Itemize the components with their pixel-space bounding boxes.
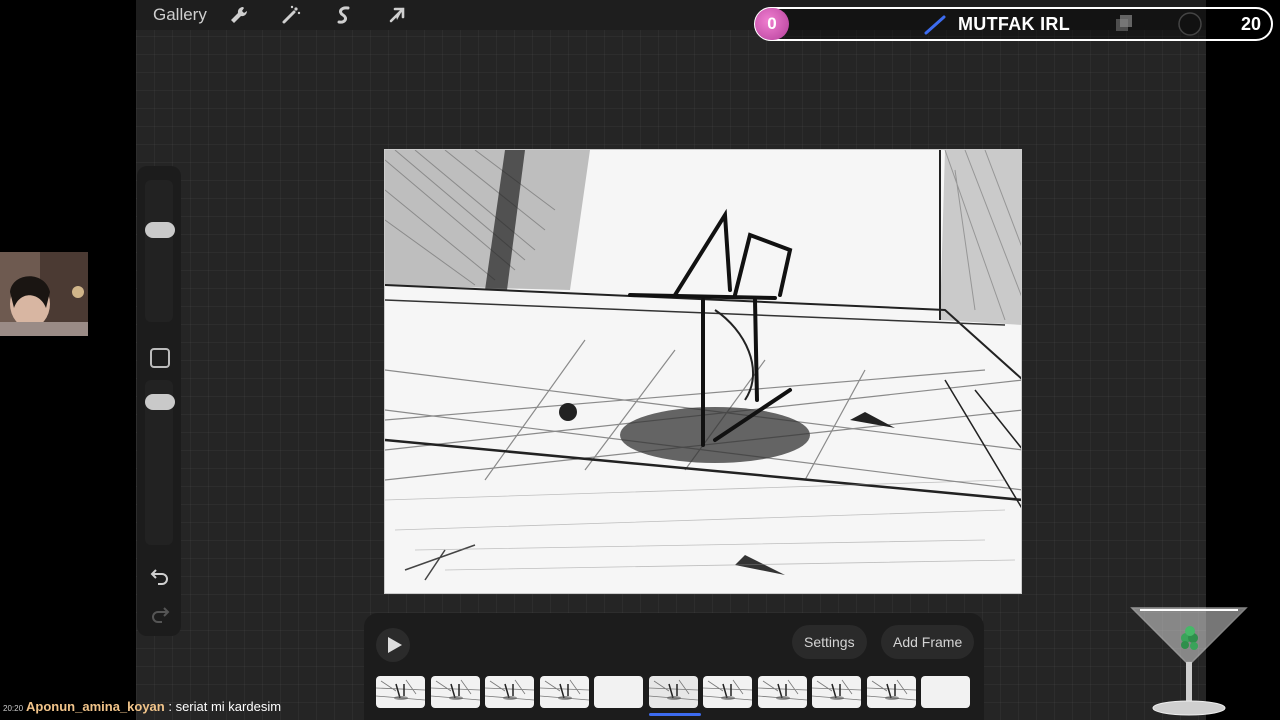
webcam-feed	[0, 252, 88, 336]
modify-button[interactable]	[150, 348, 170, 368]
stream-overlay-bar: 0 MUTFAK IRL 20	[754, 7, 1273, 41]
sketch-drawing	[385, 150, 1021, 581]
chat-username: Aponun_amina_koyan	[26, 699, 165, 714]
left-counter-badge: 0	[755, 8, 789, 40]
overlay-title: MUTFAK IRL	[958, 14, 1070, 34]
add-frame-button[interactable]: Add Frame	[881, 625, 975, 659]
active-frame-indicator	[649, 713, 701, 716]
frame-thumbnail[interactable]	[539, 676, 589, 708]
chat-timestamp: 20:20	[3, 704, 24, 713]
chat-message: 20:20 Aponun_amina_koyan : seriat mi kard…	[3, 699, 281, 714]
frame-thumbnail[interactable]	[648, 676, 698, 708]
gallery-button[interactable]: Gallery	[153, 5, 207, 25]
chat-separator: :	[164, 699, 176, 714]
brush-size-track[interactable]	[145, 180, 173, 322]
frame-thumbnail[interactable]	[757, 676, 807, 708]
play-button[interactable]	[376, 628, 410, 662]
redo-icon[interactable]	[149, 602, 171, 624]
transform-arrow-icon[interactable]	[386, 4, 408, 26]
drawing-canvas[interactable]	[384, 149, 1022, 594]
chat-text: seriat mi kardesim	[175, 699, 282, 714]
frame-thumbnail[interactable]	[812, 676, 861, 708]
opacity-slider[interactable]	[145, 394, 175, 410]
martini-glass-icon	[1130, 607, 1248, 716]
frame-thumbnail-blank[interactable]	[594, 676, 643, 708]
frame-thumbnail-blank[interactable]	[921, 676, 970, 708]
frame-timeline	[376, 676, 976, 708]
frame-thumbnail[interactable]	[703, 676, 752, 708]
settings-button[interactable]: Settings	[792, 625, 867, 659]
procreate-app: Gallery Settings Add Frame	[136, 0, 1206, 720]
wrench-icon[interactable]	[228, 4, 250, 26]
frame-thumbnail[interactable]	[430, 676, 480, 708]
frame-thumbnail[interactable]	[376, 676, 425, 708]
undo-icon[interactable]	[149, 564, 171, 586]
selection-icon[interactable]	[333, 4, 355, 26]
left-sidebar	[137, 166, 181, 636]
animation-assist-bar: Settings Add Frame	[364, 613, 984, 720]
right-counter: 20	[1240, 14, 1261, 34]
frame-thumbnail[interactable]	[485, 676, 534, 708]
frame-thumbnail[interactable]	[866, 676, 916, 708]
layers-icon	[1116, 12, 1202, 36]
brush-size-slider[interactable]	[145, 222, 175, 238]
magic-wand-icon[interactable]	[280, 4, 302, 26]
